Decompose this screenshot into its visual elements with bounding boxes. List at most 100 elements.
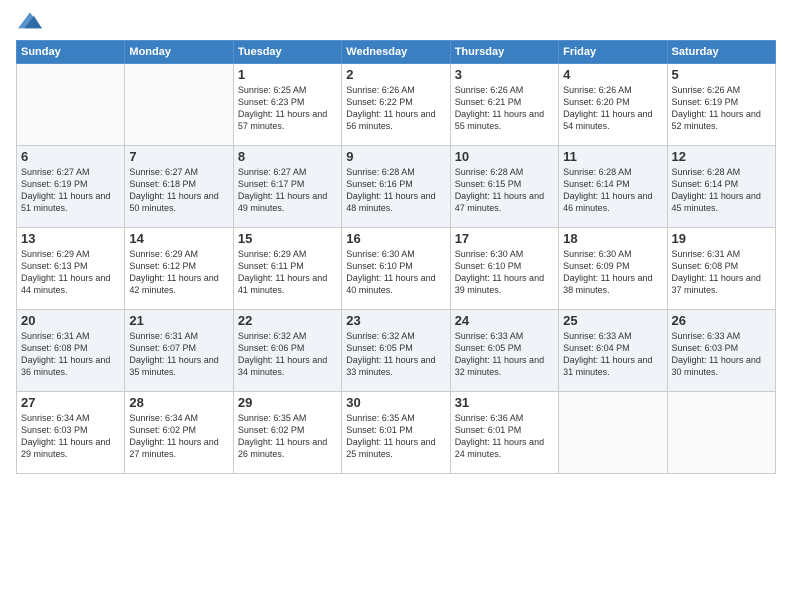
calendar-cell: 11 Sunrise: 6:28 AM Sunset: 6:14 PM Dayli… (559, 146, 667, 228)
calendar-cell: 22 Sunrise: 6:32 AM Sunset: 6:06 PM Dayli… (233, 310, 341, 392)
calendar-cell: 1Sunrise: 6:25 AM Sunset: 6:23 PM Daylig… (233, 64, 341, 146)
day-info: Sunrise: 6:32 AM Sunset: 6:05 PM Dayligh… (346, 330, 445, 379)
day-info: Sunrise: 6:27 AM Sunset: 6:17 PM Dayligh… (238, 166, 337, 215)
day-info: Sunrise: 6:25 AM Sunset: 6:23 PM Dayligh… (238, 84, 337, 133)
day-info: Sunrise: 6:33 AM Sunset: 6:05 PM Dayligh… (455, 330, 554, 379)
calendar-cell: 20Sunrise: 6:31 AM Sunset: 6:08 PM Dayli… (17, 310, 125, 392)
calendar-cell (559, 392, 667, 474)
calendar-cell (125, 64, 233, 146)
calendar-cell: 13 Sunrise: 6:29 AM Sunset: 6:13 PM Dayli… (17, 228, 125, 310)
calendar-cell: 29Sunrise: 6:35 AM Sunset: 6:02 PM Dayli… (233, 392, 341, 474)
day-info: Sunrise: 6:34 AM Sunset: 6:02 PM Dayligh… (129, 412, 228, 461)
day-number: 26 (672, 313, 771, 328)
day-number: 22 (238, 313, 337, 328)
day-number: 18 (563, 231, 662, 246)
weekday-header-sunday: Sunday (17, 41, 125, 64)
day-number: 21 (129, 313, 228, 328)
weekday-header-thursday: Thursday (450, 41, 558, 64)
calendar-cell: 16 Sunrise: 6:30 AM Sunset: 6:10 PM Dayli… (342, 228, 450, 310)
calendar-cell: 30Sunrise: 6:35 AM Sunset: 6:01 PM Dayli… (342, 392, 450, 474)
calendar-cell: 3Sunrise: 6:26 AM Sunset: 6:21 PM Daylig… (450, 64, 558, 146)
day-info: Sunrise: 6:31 AM Sunset: 6:08 PM Dayligh… (21, 330, 120, 379)
day-info: Sunrise: 6:33 AM Sunset: 6:04 PM Dayligh… (563, 330, 662, 379)
day-info: Sunrise: 6:26 AM Sunset: 6:21 PM Dayligh… (455, 84, 554, 133)
calendar-cell: 7 Sunrise: 6:27 AM Sunset: 6:18 PM Daylig… (125, 146, 233, 228)
calendar-cell: 4 Sunrise: 6:26 AM Sunset: 6:20 PM Daylig… (559, 64, 667, 146)
calendar-week-5: 27 Sunrise: 6:34 AM Sunset: 6:03 PM Dayli… (17, 392, 776, 474)
calendar-cell: 31Sunrise: 6:36 AM Sunset: 6:01 PM Dayli… (450, 392, 558, 474)
page-container: SundayMondayTuesdayWednesdayThursdayFrid… (0, 0, 792, 482)
day-info: Sunrise: 6:26 AM Sunset: 6:19 PM Dayligh… (672, 84, 771, 133)
calendar-week-3: 13 Sunrise: 6:29 AM Sunset: 6:13 PM Dayli… (17, 228, 776, 310)
calendar-cell: 27 Sunrise: 6:34 AM Sunset: 6:03 PM Dayli… (17, 392, 125, 474)
calendar-cell: 24 Sunrise: 6:33 AM Sunset: 6:05 PM Dayli… (450, 310, 558, 392)
calendar-cell: 9 Sunrise: 6:28 AM Sunset: 6:16 PM Daylig… (342, 146, 450, 228)
calendar-week-4: 20Sunrise: 6:31 AM Sunset: 6:08 PM Dayli… (17, 310, 776, 392)
weekday-header-friday: Friday (559, 41, 667, 64)
weekday-header-wednesday: Wednesday (342, 41, 450, 64)
day-info: Sunrise: 6:28 AM Sunset: 6:14 PM Dayligh… (563, 166, 662, 215)
page-header (16, 12, 776, 32)
calendar-cell: 8 Sunrise: 6:27 AM Sunset: 6:17 PM Daylig… (233, 146, 341, 228)
day-number: 6 (21, 149, 120, 164)
day-info: Sunrise: 6:29 AM Sunset: 6:13 PM Dayligh… (21, 248, 120, 297)
day-info: Sunrise: 6:33 AM Sunset: 6:03 PM Dayligh… (672, 330, 771, 379)
calendar-cell: 21 Sunrise: 6:31 AM Sunset: 6:07 PM Dayli… (125, 310, 233, 392)
day-info: Sunrise: 6:34 AM Sunset: 6:03 PM Dayligh… (21, 412, 120, 461)
calendar-cell: 2 Sunrise: 6:26 AM Sunset: 6:22 PM Daylig… (342, 64, 450, 146)
day-info: Sunrise: 6:29 AM Sunset: 6:11 PM Dayligh… (238, 248, 337, 297)
day-info: Sunrise: 6:36 AM Sunset: 6:01 PM Dayligh… (455, 412, 554, 461)
logo (16, 12, 42, 32)
day-info: Sunrise: 6:29 AM Sunset: 6:12 PM Dayligh… (129, 248, 228, 297)
day-info: Sunrise: 6:28 AM Sunset: 6:16 PM Dayligh… (346, 166, 445, 215)
calendar-cell: 5 Sunrise: 6:26 AM Sunset: 6:19 PM Daylig… (667, 64, 775, 146)
calendar-cell: 18Sunrise: 6:30 AM Sunset: 6:09 PM Dayli… (559, 228, 667, 310)
day-number: 10 (455, 149, 554, 164)
day-info: Sunrise: 6:28 AM Sunset: 6:14 PM Dayligh… (672, 166, 771, 215)
day-number: 17 (455, 231, 554, 246)
day-number: 19 (672, 231, 771, 246)
day-info: Sunrise: 6:28 AM Sunset: 6:15 PM Dayligh… (455, 166, 554, 215)
day-number: 5 (672, 67, 771, 82)
calendar-cell: 19 Sunrise: 6:31 AM Sunset: 6:08 PM Dayli… (667, 228, 775, 310)
calendar-cell: 23Sunrise: 6:32 AM Sunset: 6:05 PM Dayli… (342, 310, 450, 392)
day-info: Sunrise: 6:26 AM Sunset: 6:20 PM Dayligh… (563, 84, 662, 133)
day-number: 28 (129, 395, 228, 410)
day-info: Sunrise: 6:30 AM Sunset: 6:10 PM Dayligh… (346, 248, 445, 297)
day-number: 9 (346, 149, 445, 164)
day-number: 4 (563, 67, 662, 82)
calendar-cell: 26 Sunrise: 6:33 AM Sunset: 6:03 PM Dayli… (667, 310, 775, 392)
calendar-cell (667, 392, 775, 474)
day-number: 11 (563, 149, 662, 164)
calendar-cell: 17Sunrise: 6:30 AM Sunset: 6:10 PM Dayli… (450, 228, 558, 310)
day-number: 24 (455, 313, 554, 328)
day-number: 15 (238, 231, 337, 246)
calendar-week-1: 1Sunrise: 6:25 AM Sunset: 6:23 PM Daylig… (17, 64, 776, 146)
day-number: 13 (21, 231, 120, 246)
day-number: 8 (238, 149, 337, 164)
day-info: Sunrise: 6:26 AM Sunset: 6:22 PM Dayligh… (346, 84, 445, 133)
calendar-cell: 15 Sunrise: 6:29 AM Sunset: 6:11 PM Dayli… (233, 228, 341, 310)
day-number: 25 (563, 313, 662, 328)
day-info: Sunrise: 6:35 AM Sunset: 6:02 PM Dayligh… (238, 412, 337, 461)
calendar-cell: 10 Sunrise: 6:28 AM Sunset: 6:15 PM Dayli… (450, 146, 558, 228)
weekday-header-row: SundayMondayTuesdayWednesdayThursdayFrid… (17, 41, 776, 64)
calendar-table: SundayMondayTuesdayWednesdayThursdayFrid… (16, 40, 776, 474)
calendar-cell (17, 64, 125, 146)
day-info: Sunrise: 6:35 AM Sunset: 6:01 PM Dayligh… (346, 412, 445, 461)
weekday-header-monday: Monday (125, 41, 233, 64)
weekday-header-tuesday: Tuesday (233, 41, 341, 64)
weekday-header-saturday: Saturday (667, 41, 775, 64)
day-number: 12 (672, 149, 771, 164)
day-number: 27 (21, 395, 120, 410)
day-info: Sunrise: 6:27 AM Sunset: 6:18 PM Dayligh… (129, 166, 228, 215)
calendar-week-2: 6Sunrise: 6:27 AM Sunset: 6:19 PM Daylig… (17, 146, 776, 228)
day-info: Sunrise: 6:31 AM Sunset: 6:08 PM Dayligh… (672, 248, 771, 297)
day-info: Sunrise: 6:31 AM Sunset: 6:07 PM Dayligh… (129, 330, 228, 379)
day-number: 16 (346, 231, 445, 246)
day-number: 7 (129, 149, 228, 164)
day-number: 14 (129, 231, 228, 246)
logo-icon (18, 12, 42, 32)
day-number: 2 (346, 67, 445, 82)
day-info: Sunrise: 6:32 AM Sunset: 6:06 PM Dayligh… (238, 330, 337, 379)
